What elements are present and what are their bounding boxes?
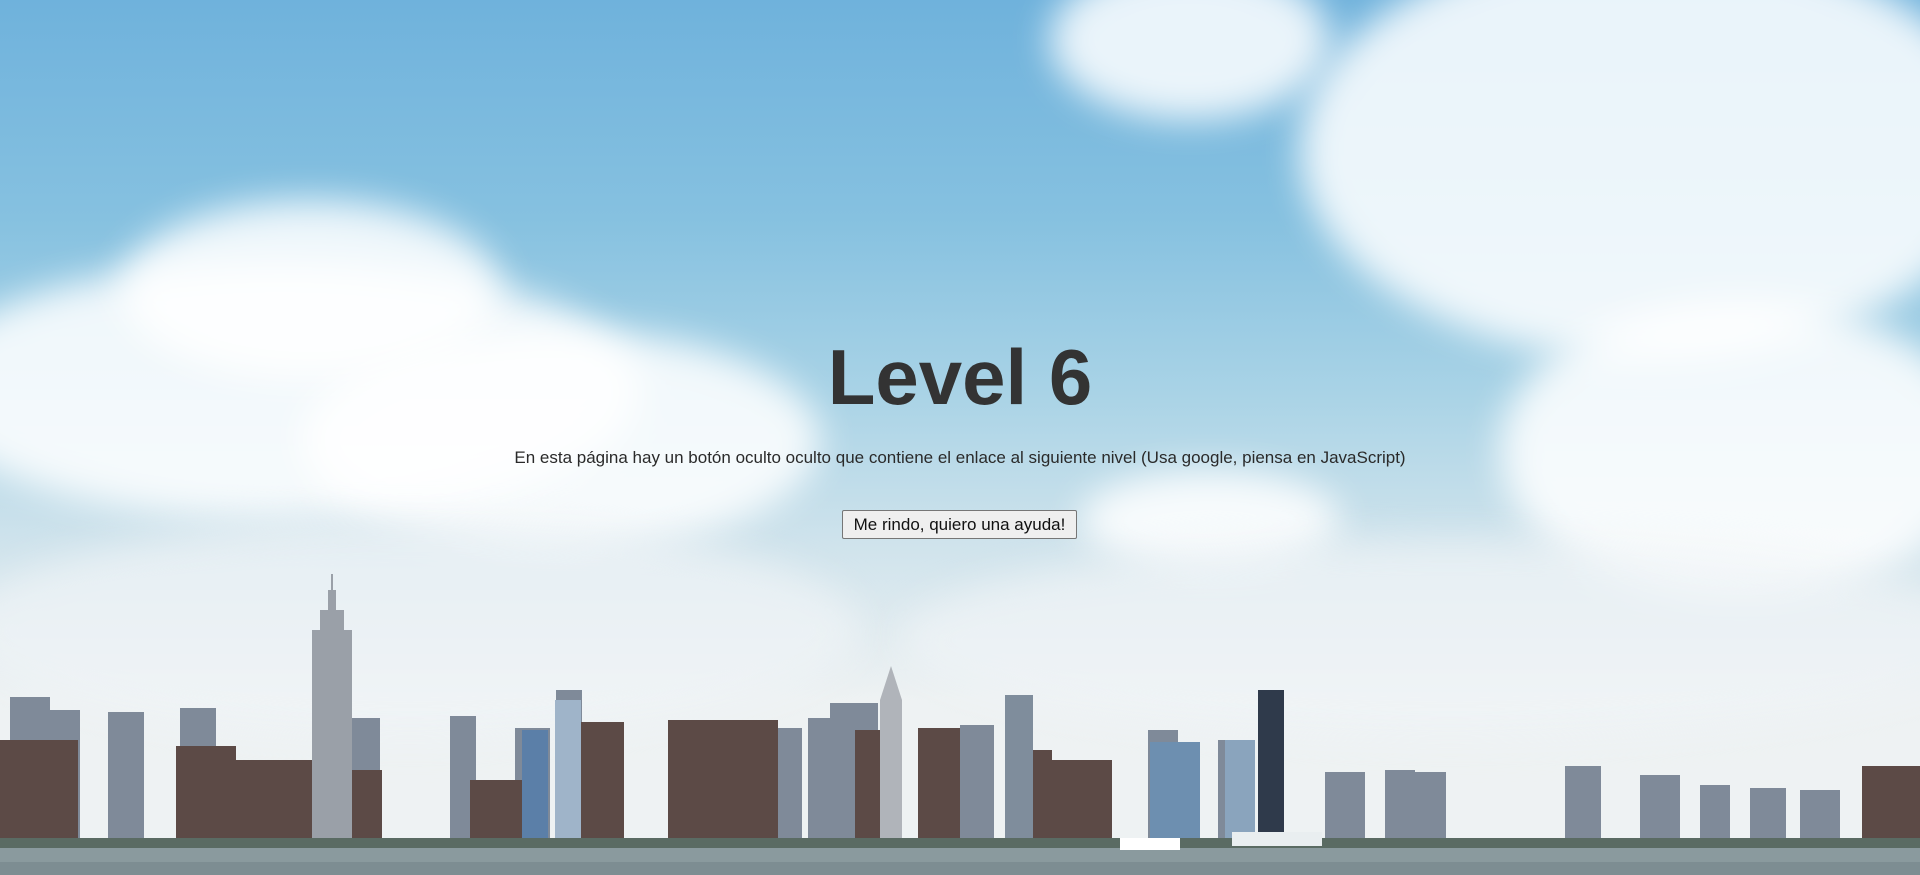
skyline-silhouette <box>0 574 1920 875</box>
instructions-text: En esta página hay un botón oculto ocult… <box>514 448 1406 467</box>
page-title: Level 6 <box>827 333 1093 421</box>
give-up-help-button[interactable]: Me rindo, quiero una ayuda! <box>842 510 1077 539</box>
city-skyline-background-image <box>0 0 1920 875</box>
